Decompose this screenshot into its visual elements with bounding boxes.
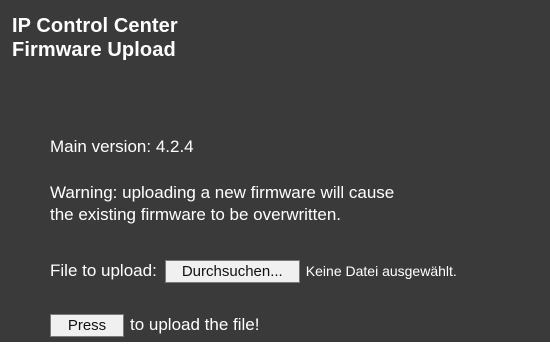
no-file-selected-text: Keine Datei ausgewählt. xyxy=(305,263,457,279)
firmware-upload-panel: IP Control Center Firmware Upload Main v… xyxy=(0,0,550,342)
upload-instruction-text: to upload the file! xyxy=(130,315,260,334)
title-line-app-name: IP Control Center xyxy=(12,15,178,37)
press-upload-button[interactable]: Press xyxy=(50,313,124,337)
main-version-text: Main version: 4.2.4 xyxy=(50,137,194,156)
file-upload-row: File to upload: Durchsuchen... Keine Dat… xyxy=(50,259,457,283)
warning-line-1: Warning: uploading a new firmware will c… xyxy=(50,183,395,202)
title-line-page-name: Firmware Upload xyxy=(12,39,176,61)
browse-file-button[interactable]: Durchsuchen... xyxy=(164,259,300,283)
overwrite-warning: Warning: uploading a new firmware will c… xyxy=(50,182,394,226)
page-title: IP Control Center Firmware Upload xyxy=(12,14,178,62)
submit-row: Press to upload the file! xyxy=(50,313,259,337)
file-to-upload-label: File to upload: xyxy=(50,261,157,280)
warning-line-2: the existing firmware to be overwritten. xyxy=(50,205,342,224)
